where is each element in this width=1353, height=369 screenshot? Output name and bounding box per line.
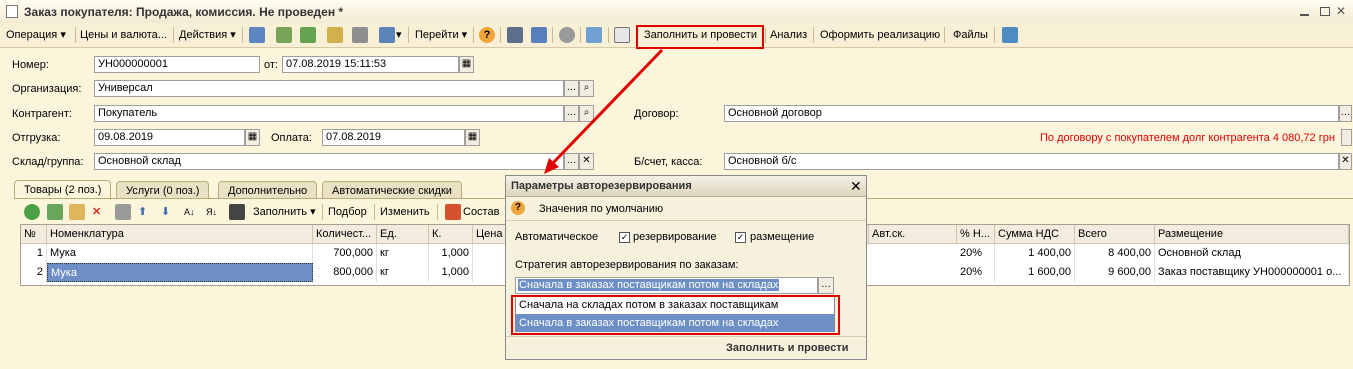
select-button[interactable]: …	[818, 277, 834, 294]
fill-and-post-button[interactable]: Заполнить и провести	[726, 342, 848, 354]
auto-label: Автоматическое	[515, 231, 599, 243]
dialog-titlebar: Параметры авторезервирования ✕	[506, 176, 866, 197]
strategy-select[interactable]: Сначала в заказах поставщикам потом на с…	[515, 277, 818, 294]
reserve-label: резервирование	[633, 231, 717, 243]
reserve-checkbox[interactable]: ✓	[619, 232, 630, 243]
close-icon[interactable]: ✕	[850, 178, 862, 195]
defaults-button[interactable]: Значения по умолчанию	[539, 203, 663, 215]
help-icon[interactable]: ?	[511, 201, 525, 215]
placement-label: размещение	[750, 231, 815, 243]
dropdown-highlight	[511, 295, 840, 335]
strategy-label: Стратегия авторезервирования по заказам:	[515, 259, 739, 271]
placement-checkbox[interactable]: ✓	[735, 232, 746, 243]
autoreserve-dialog: Параметры авторезервирования ✕ ? Значени…	[505, 175, 867, 360]
dialog-title: Параметры авторезервирования	[511, 180, 692, 192]
